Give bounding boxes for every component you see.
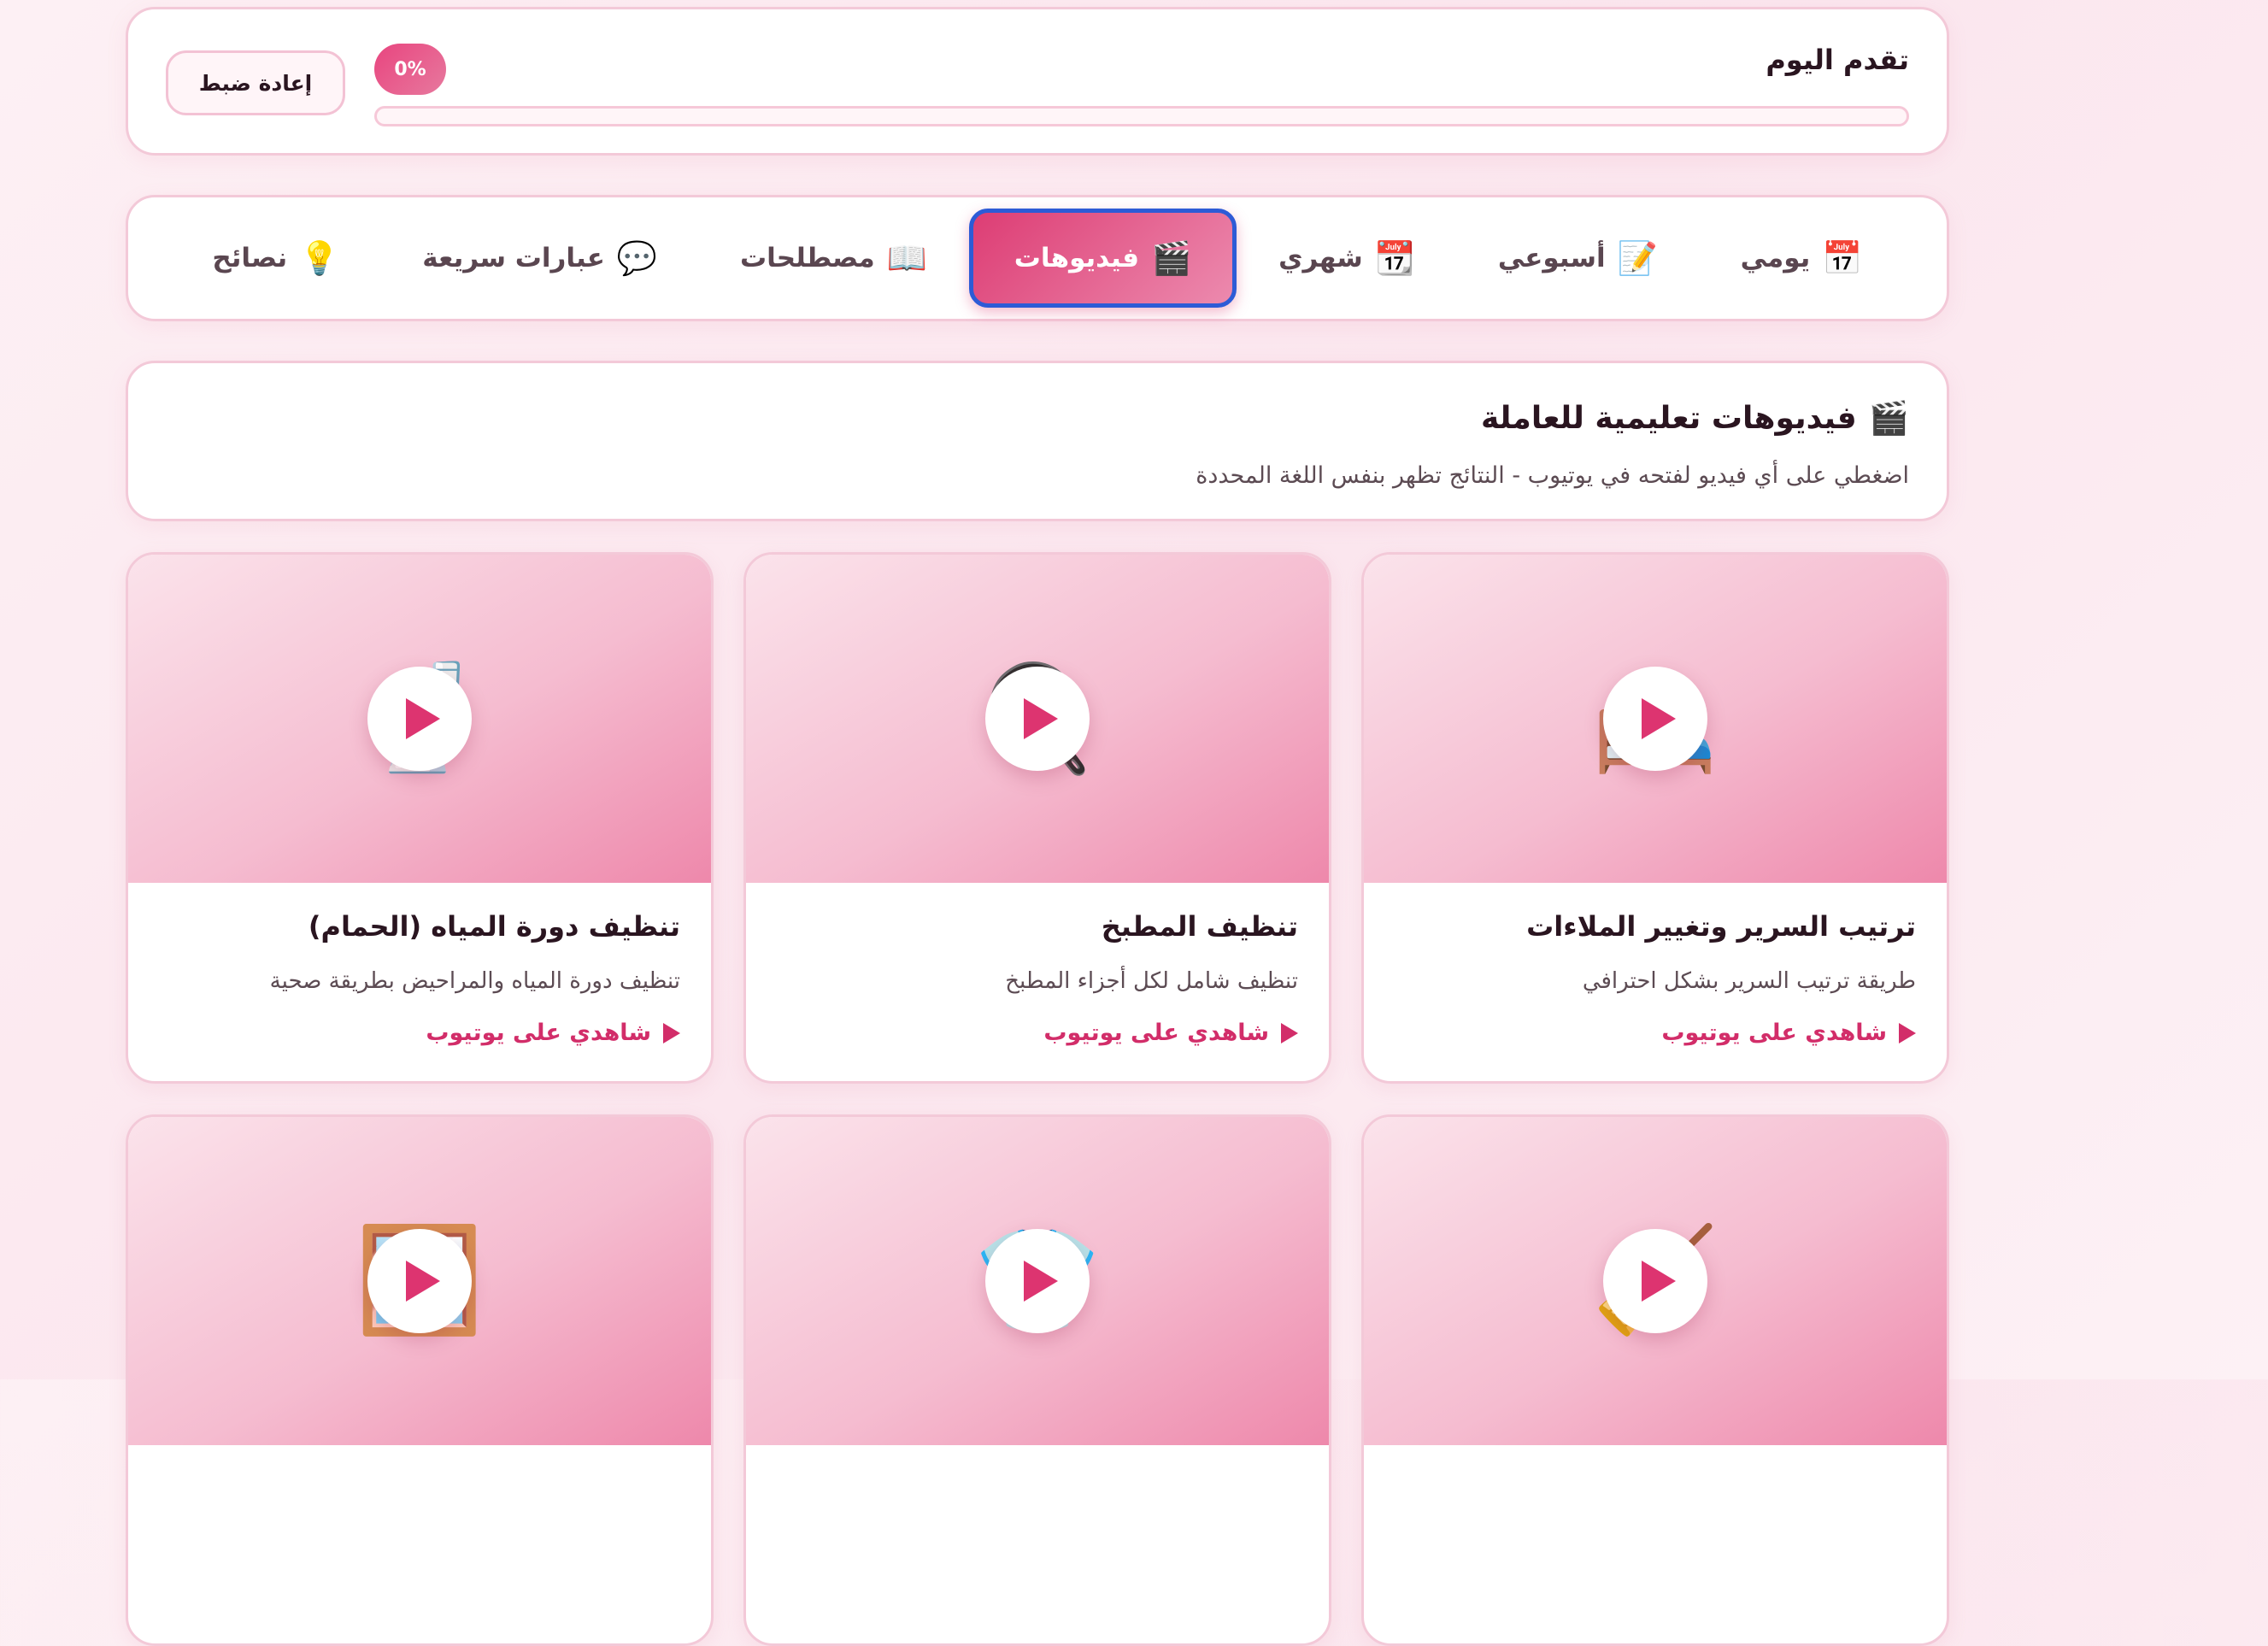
light-bulb-icon: 💡 <box>299 239 340 277</box>
play-triangle-icon <box>1899 1022 1916 1043</box>
video-thumbnail: 🧹 <box>1364 1117 1947 1445</box>
play-button[interactable] <box>1603 667 1707 771</box>
video-grid: 🛏️ ترتيب السرير وتغيير الملاءات طريقة تر… <box>126 552 1949 1646</box>
tab-label: نصائح <box>212 243 288 273</box>
play-triangle-icon <box>1281 1022 1298 1043</box>
video-card-bed-making[interactable]: 🛏️ ترتيب السرير وتغيير الملاءات طريقة تر… <box>1361 552 1949 1084</box>
play-triangle-icon <box>663 1022 680 1043</box>
play-button[interactable] <box>367 667 472 771</box>
clapper-board-icon: 🎬 <box>1868 399 1909 437</box>
tab-weekly[interactable]: 📝 أسبوعي <box>1457 209 1699 308</box>
tear-off-calendar-icon: 📆 <box>1374 239 1416 277</box>
reset-button[interactable]: إعادة ضبط <box>166 50 345 115</box>
video-card-laundry[interactable]: 👕 <box>743 1114 1331 1646</box>
video-card-broom[interactable]: 🧹 <box>1361 1114 1949 1646</box>
video-card-window[interactable]: 🪟 <box>126 1114 714 1646</box>
tab-label: شهري <box>1278 243 1363 273</box>
video-description: طريقة ترتيب السرير بشكل احترافي <box>1582 968 1916 994</box>
video-card-bathroom-cleaning[interactable]: 🚽 تنظيف دورة المياه (الحمام) تنظيف دورة … <box>126 552 714 1084</box>
progress-title: تقدم اليوم <box>1766 44 1909 76</box>
tab-label: مصطلحات <box>739 243 875 273</box>
progress-percent-badge: 0% <box>374 44 446 95</box>
watch-on-youtube-link[interactable]: شاهدي على يوتيوب <box>777 1020 1298 1046</box>
section-title: 🎬 فيديوهات تعليمية للعاملة <box>1481 399 1909 438</box>
tab-label: فيديوهات <box>1014 243 1140 273</box>
tab-daily[interactable]: 📅 يومي <box>1700 209 1904 308</box>
play-button[interactable] <box>367 1229 472 1333</box>
open-book-icon: 📖 <box>886 239 928 277</box>
calendar-icon: 📅 <box>1822 239 1863 277</box>
page-container: تقدم اليوم 0% إعادة ضبط 📅 يومي 📝 أسبوعي … <box>126 7 1949 1646</box>
section-description: اضغطي على أي فيديو لفتحه في يوتيوب - الن… <box>1196 462 1909 489</box>
tab-label: عبارات سريعة <box>422 243 605 273</box>
video-description: تنظيف شامل لكل أجزاء المطبخ <box>1005 968 1298 994</box>
section-title-text: فيديوهات تعليمية للعاملة <box>1481 401 1857 436</box>
tab-tips[interactable]: 💡 نصائح <box>171 209 380 308</box>
tab-videos[interactable]: 🎬 فيديوهات <box>968 209 1237 308</box>
video-title: ترتيب السرير وتغيير الملاءات <box>1526 910 1916 943</box>
category-tabs: 📅 يومي 📝 أسبوعي 📆 شهري 🎬 فيديوهات 📖 مصطل… <box>126 195 1949 321</box>
tab-quick-phrases[interactable]: 💬 عبارات سريعة <box>381 209 698 308</box>
memo-icon: 📝 <box>1617 239 1658 277</box>
watch-link-label: شاهدي على يوتيوب <box>1043 1020 1269 1046</box>
watch-link-label: شاهدي على يوتيوب <box>1661 1020 1887 1046</box>
video-thumbnail: 🪟 <box>128 1117 711 1445</box>
video-title: تنظيف المطبخ <box>1101 910 1298 943</box>
watch-link-label: شاهدي على يوتيوب <box>426 1020 651 1046</box>
tab-monthly[interactable]: 📆 شهري <box>1237 209 1456 308</box>
video-thumbnail: 🛏️ <box>1364 555 1947 883</box>
tab-label: أسبوعي <box>1497 243 1606 273</box>
watch-on-youtube-link[interactable]: شاهدي على يوتيوب <box>1395 1020 1916 1046</box>
video-title: تنظيف دورة المياه (الحمام) <box>308 910 680 943</box>
clapper-board-icon: 🎬 <box>1151 239 1192 277</box>
play-button[interactable] <box>1603 1229 1707 1333</box>
play-button[interactable] <box>985 1229 1090 1333</box>
tab-terms[interactable]: 📖 مصطلحات <box>699 209 968 308</box>
daily-progress-card: تقدم اليوم 0% إعادة ضبط <box>126 7 1949 156</box>
video-description: تنظيف دورة المياه والمراحيض بطريقة صحية <box>269 968 680 994</box>
video-card-kitchen-cleaning[interactable]: 🍳 تنظيف المطبخ تنظيف شامل لكل أجزاء المط… <box>743 552 1331 1084</box>
tab-label: يومي <box>1740 243 1811 273</box>
video-thumbnail: 👕 <box>746 1117 1329 1445</box>
video-thumbnail: 🍳 <box>746 555 1329 883</box>
videos-section-header: 🎬 فيديوهات تعليمية للعاملة اضغطي على أي … <box>126 361 1949 521</box>
progress-bar <box>374 106 1909 126</box>
video-thumbnail: 🚽 <box>128 555 711 883</box>
watch-on-youtube-link[interactable]: شاهدي على يوتيوب <box>159 1020 680 1046</box>
speech-bubble-icon: 💬 <box>616 239 658 277</box>
play-button[interactable] <box>985 667 1090 771</box>
